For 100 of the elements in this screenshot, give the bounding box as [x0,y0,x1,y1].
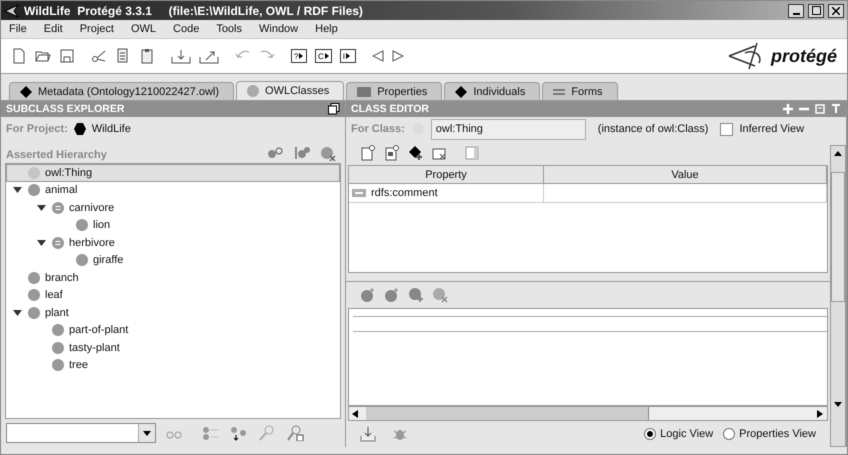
tree-node[interactable]: giraffe [6,252,340,269]
tree-node[interactable]: animal [6,182,340,199]
query-button[interactable]: C [315,49,332,63]
class-icon [27,288,41,302]
class-icon [75,253,89,268]
tree-node[interactable]: herbivore [6,234,340,252]
property-icon [352,189,366,197]
menu-item[interactable]: Edit [44,23,63,35]
window-icon[interactable] [328,103,340,115]
frame-icon[interactable] [815,104,825,114]
tree-node[interactable]: part-of-plant [6,322,340,339]
add-subclass-icon[interactable] [267,145,285,161]
square-icon [357,86,372,96]
expanded-icon[interactable] [36,240,46,246]
class-label: For Class: [351,123,405,135]
create-class-icon[interactable] [360,145,376,161]
tree-node[interactable]: leaf [6,286,340,304]
menu-item[interactable]: Window [259,23,298,35]
expanded-icon[interactable] [36,204,46,211]
create-datatype-icon[interactable] [384,145,400,161]
remove-class-icon[interactable] [432,287,448,303]
menu-item[interactable]: File [9,23,27,35]
tree-node[interactable]: tree [6,356,340,374]
instance-of-text: (instance of owl:Class) [598,123,708,135]
scroll-up-icon[interactable] [834,150,842,158]
query-button[interactable]: I [340,49,356,63]
tab[interactable]: Individuals [444,82,540,100]
scissors-icon[interactable] [91,48,107,64]
class-icon [51,340,65,355]
import-icon[interactable] [171,48,191,64]
tab[interactable]: Forms [542,82,618,100]
minimize-icon [792,12,800,14]
close-icon [832,6,840,14]
column-header[interactable]: Value [544,166,827,184]
maximize-icon [812,6,820,15]
add-sibling-icon[interactable] [293,145,311,161]
tree-node[interactable]: tasty-plant [6,339,340,356]
expanded-icon[interactable] [12,187,22,194]
column-header[interactable]: Property [349,166,544,184]
defined-class-icon [51,200,65,215]
class-icon [27,166,41,180]
panel-header: CLASS EDITOR [346,101,846,117]
add-restriction-icon[interactable] [360,287,376,303]
delete-class-icon[interactable] [319,145,337,161]
tree-node[interactable]: carnivore [6,199,340,216]
defined-class-icon [51,236,65,250]
scroll-right-icon[interactable] [817,410,823,418]
class-icon [51,323,65,338]
tab[interactable]: Metadata (Ontology1210022427.owl) [9,82,234,100]
back-icon[interactable] [372,48,384,64]
menu-item[interactable]: OWL [130,23,156,35]
tree-node[interactable]: lion [6,216,340,234]
tree-node[interactable]: owl:Thing [6,164,340,182]
add-property-icon[interactable] [408,145,424,161]
view-radio[interactable]: Properties View [723,428,816,440]
menu-item[interactable]: Code [173,23,200,35]
add-icon[interactable] [783,104,793,114]
close-button[interactable] [828,4,844,18]
query-button[interactable]: ? [291,49,307,63]
class-icon [51,358,65,372]
project-label: For Project: [6,123,68,135]
dropdown-button[interactable] [138,424,155,442]
download-icon[interactable] [360,426,376,442]
triangle-icon [324,53,329,59]
menu-item[interactable]: Help [315,23,338,35]
hierarchy-label: Asserted Hierarchy [6,149,108,161]
diamond-icon [455,86,468,98]
scroll-left-icon[interactable] [352,410,358,418]
class-name-field[interactable]: owl:Thing [430,118,586,140]
maximize-button[interactable] [808,4,824,18]
inferred-view-label: Inferred View [739,123,804,135]
view-radio[interactable]: Logic View [644,428,714,440]
tab[interactable]: Properties [346,82,442,100]
add-class-icon[interactable] [408,287,424,303]
caret-icon [143,430,151,436]
vertical-scrollbar[interactable] [830,145,846,447]
tab[interactable]: OWLClasses [236,81,344,100]
class-icon [27,306,41,320]
horizontal-scrollbar[interactable] [348,406,828,421]
scroll-down-icon[interactable] [834,400,842,408]
paste-icon[interactable] [139,48,155,64]
search-field[interactable] [6,423,156,443]
add-restriction-icon[interactable] [384,287,400,303]
new-file-icon[interactable] [11,48,27,64]
menu-item[interactable]: Project [80,23,114,35]
lines-icon [553,86,566,96]
forward-icon[interactable] [392,48,404,64]
window-title: WildLife Protégé 3.3.1 (file:\E:\WildLife, OWL / RDF Files) [24,4,364,18]
inferred-view-checkbox[interactable] [720,122,734,136]
columns-icon[interactable] [464,145,480,161]
tree-node[interactable]: branch [6,269,340,286]
tree-node[interactable]: plant [6,304,340,322]
diamond-icon [20,86,32,98]
menu-item[interactable]: Tools [216,23,242,35]
move-down-icon[interactable] [230,425,248,441]
expanded-icon[interactable] [12,310,22,316]
app-icon [4,4,20,18]
project-icon [74,123,86,135]
minimize-button[interactable] [788,4,804,18]
save-icon[interactable] [59,48,75,64]
